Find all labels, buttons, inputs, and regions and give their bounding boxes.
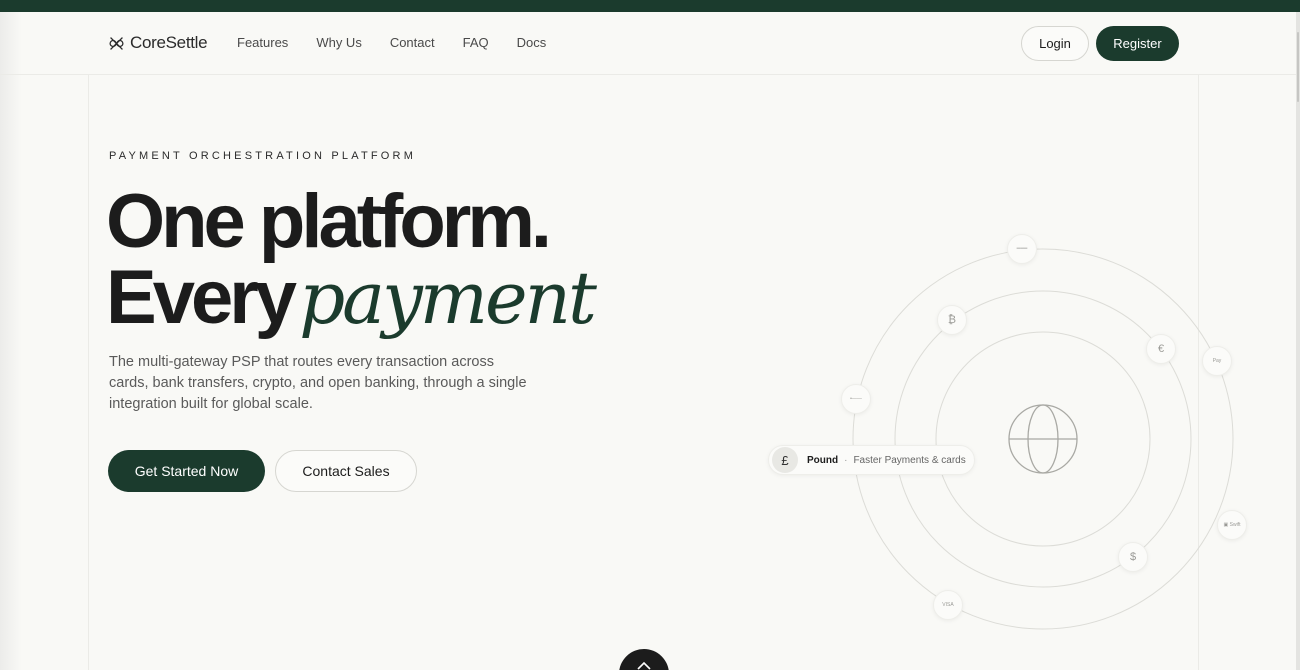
- currency-description: Faster Payments & cards: [853, 454, 966, 466]
- chevron-up-icon: [637, 661, 651, 670]
- apple-pay-icon: Pay: [1202, 346, 1232, 376]
- scrollbar[interactable]: [1296, 12, 1300, 670]
- pound-icon: £: [772, 447, 798, 473]
- brand-name: CoreSettle: [130, 33, 208, 52]
- nav-contact[interactable]: Contact: [390, 35, 435, 50]
- currency-pill[interactable]: £ Pound · Faster Payments & cards: [768, 445, 975, 475]
- contact-sales-button[interactable]: Contact Sales: [275, 450, 417, 492]
- nav-faq[interactable]: FAQ: [463, 35, 489, 50]
- logo[interactable]: CoreSettle: [108, 33, 208, 53]
- payment-orbit-graphic: ═══ ₿ € Pay •—— ▣ Swift $ VISA: [830, 230, 1260, 650]
- hero-headline-line1: One platform.: [106, 179, 552, 264]
- hero-description: The multi-gateway PSP that routes every …: [109, 354, 527, 412]
- currency-name: Pound: [807, 454, 839, 466]
- frame-line-left: [88, 75, 89, 670]
- orbit-rings: [852, 248, 1234, 630]
- globe-icon: [1008, 404, 1078, 474]
- headline-plain: Every: [106, 255, 297, 340]
- announcement-bar: [0, 0, 1300, 12]
- bank-icon: ═══: [1007, 234, 1037, 264]
- scroll-up-button[interactable]: [619, 649, 669, 670]
- page-edge-shadow: [0, 12, 22, 670]
- headline-accent: payment: [299, 256, 597, 340]
- visa-icon: VISA: [933, 590, 963, 620]
- scrollbar-thumb[interactable]: [1297, 32, 1299, 102]
- register-button[interactable]: Register: [1096, 26, 1179, 61]
- hero-headline-line2: Everypayment: [106, 254, 597, 342]
- main-nav: Features Why Us Contact FAQ Docs: [237, 35, 546, 50]
- sepa-icon: •——: [841, 384, 871, 414]
- logo-icon: [109, 36, 124, 50]
- separator: ·: [844, 454, 848, 466]
- swift-icon: ▣ Swift: [1217, 510, 1247, 540]
- login-button[interactable]: Login: [1021, 26, 1089, 61]
- dollar-icon: $: [1118, 542, 1148, 572]
- euro-icon: €: [1146, 334, 1176, 364]
- hero-eyebrow: PAYMENT ORCHESTRATION PLATFORM: [109, 150, 417, 162]
- bitcoin-icon: ₿: [937, 305, 967, 335]
- nav-docs[interactable]: Docs: [517, 35, 547, 50]
- site-header: CoreSettle Features Why Us Contact FAQ D…: [0, 12, 1296, 75]
- get-started-button[interactable]: Get Started Now: [108, 450, 265, 492]
- nav-features[interactable]: Features: [237, 35, 288, 50]
- nav-why-us[interactable]: Why Us: [316, 35, 362, 50]
